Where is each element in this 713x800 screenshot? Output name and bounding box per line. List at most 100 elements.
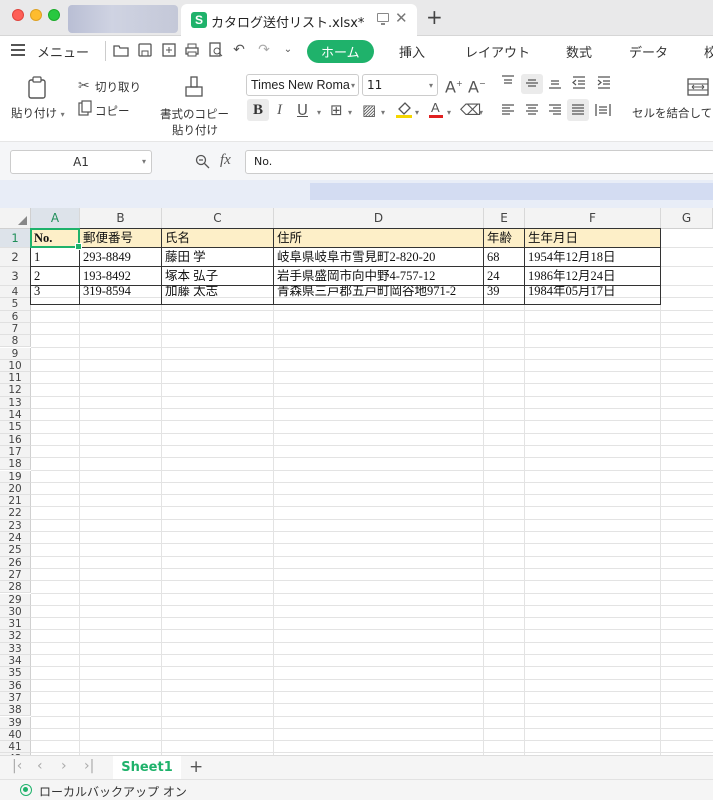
column-header-f[interactable]: F [525, 208, 661, 229]
next-sheet-icon[interactable]: › [61, 758, 67, 774]
decrease-font-icon[interactable]: A− [468, 75, 486, 96]
export-icon[interactable] [161, 42, 177, 58]
font-color-icon[interactable]: A [428, 99, 444, 123]
row-header[interactable]: 16 [0, 433, 31, 446]
add-sheet-button[interactable]: + [189, 757, 203, 777]
tab-review[interactable]: 校 [704, 42, 713, 61]
row-header[interactable]: 7 [0, 322, 31, 336]
zoom-window-button[interactable] [48, 9, 60, 21]
prev-sheet-icon[interactable]: ‹ [37, 758, 43, 774]
tab-formulas[interactable]: 数式 [566, 42, 592, 61]
table-header-cell[interactable]: 氏名 [162, 229, 273, 247]
tab-data[interactable]: データ [629, 42, 668, 61]
align-center-icon[interactable] [524, 102, 540, 122]
table-cell[interactable]: 24 [484, 267, 524, 285]
row-header[interactable]: 9 [0, 347, 31, 360]
table-cell[interactable]: 68 [484, 248, 524, 266]
menu-label[interactable]: メニュー [37, 42, 89, 61]
underline-dropdown-icon[interactable]: ▾ [317, 108, 321, 117]
table-cell[interactable]: 岐阜県岐阜市雪見町2-820-20 [274, 248, 483, 266]
borders-dropdown-icon[interactable]: ▾ [348, 108, 352, 117]
backup-status-text[interactable]: ローカルバックアップ オン [39, 783, 187, 800]
row-header[interactable]: 40 [0, 728, 31, 742]
row-header[interactable]: 34 [0, 655, 31, 668]
eraser-dropdown-icon[interactable]: ▾ [479, 108, 483, 117]
row-header[interactable]: 38 [0, 704, 31, 717]
new-tab-button[interactable]: + [426, 5, 443, 29]
table-cell[interactable]: 藤田 学 [162, 248, 273, 266]
name-box[interactable]: A1 ▾ [10, 150, 152, 174]
table-cell[interactable]: 1 [31, 248, 79, 266]
table-cell[interactable]: 1954年12月18日 [525, 248, 660, 266]
tab-insert[interactable]: 挿入 [399, 42, 425, 61]
table-cell[interactable]: 293-8849 [80, 248, 161, 266]
scissors-icon[interactable]: ✂ [78, 77, 90, 95]
table-cell[interactable]: 319-8594 [80, 286, 161, 297]
column-header-e[interactable]: E [484, 208, 525, 229]
increase-font-icon[interactable]: A+ [445, 75, 463, 96]
decrease-indent-icon[interactable] [571, 74, 587, 94]
bold-button[interactable]: B [247, 99, 269, 121]
table-cell[interactable]: 3 [31, 286, 79, 297]
column-header-g[interactable]: G [661, 208, 713, 229]
table-cell[interactable]: 1986年12月24日 [525, 267, 660, 285]
active-cell-selection[interactable] [30, 228, 82, 250]
row-header[interactable]: 31 [0, 618, 31, 631]
row-header[interactable]: 30 [0, 605, 31, 619]
open-folder-icon[interactable] [113, 42, 129, 58]
row-header[interactable]: 33 [0, 642, 31, 655]
row-header[interactable]: 32 [0, 630, 31, 643]
font-color-dropdown-icon[interactable]: ▾ [447, 108, 451, 117]
row-header[interactable]: 4 [0, 286, 31, 299]
format-painter-label-1[interactable]: 書式のコピー [160, 106, 229, 122]
undo-icon[interactable]: ↶ [231, 42, 247, 58]
row-header[interactable]: 23 [0, 519, 31, 532]
increase-indent-icon[interactable] [596, 74, 612, 94]
font-size-select[interactable]: 11 [362, 74, 438, 96]
row-header[interactable]: 14 [0, 409, 31, 422]
merge-cells-button[interactable]: セルを結合して [632, 105, 712, 121]
size-dropdown-icon[interactable]: ▾ [429, 81, 433, 90]
align-top-icon[interactable] [500, 74, 516, 94]
fill-color-icon[interactable] [395, 99, 413, 123]
cut-button[interactable]: 切り取り [95, 79, 141, 95]
document-tab[interactable]: S カタログ送付リスト.xlsx* ✕ [181, 4, 417, 36]
column-header-c[interactable]: C [162, 208, 274, 229]
distribute-icon[interactable] [595, 102, 611, 122]
align-bottom-icon[interactable] [547, 74, 563, 94]
row-header[interactable]: 8 [0, 335, 31, 348]
row-header[interactable]: 22 [0, 507, 31, 520]
row-header[interactable]: 12 [0, 384, 31, 397]
redo-icon[interactable]: ↷ [256, 42, 272, 58]
minimize-window-button[interactable] [30, 9, 42, 21]
align-right-icon[interactable] [547, 102, 563, 122]
row-header[interactable]: 10 [0, 359, 31, 373]
align-left-icon[interactable] [500, 102, 516, 122]
monitor-icon[interactable] [377, 13, 389, 25]
row-header[interactable]: 35 [0, 667, 31, 680]
first-sheet-icon[interactable]: |‹ [12, 758, 22, 774]
row-header[interactable]: 11 [0, 372, 31, 385]
spreadsheet-grid[interactable]: A B C D E F G 1 2 3 4 5 6 7 8 9 10 11 12 13 14 15 16 17 18 19 20 21… [0, 208, 713, 755]
row-header[interactable]: 5 [0, 298, 31, 311]
row-header[interactable]: 17 [0, 445, 31, 459]
column-header-b[interactable]: B [80, 208, 162, 229]
row-header[interactable]: 39 [0, 716, 31, 729]
name-box-dropdown-icon[interactable]: ▾ [142, 151, 146, 173]
cell-style-icon[interactable]: ▨ [362, 101, 376, 119]
table-header-cell[interactable]: 生年月日 [525, 229, 660, 247]
table-cell[interactable]: 39 [484, 286, 524, 297]
zoom-icon[interactable] [195, 154, 210, 173]
underline-button[interactable]: U [297, 101, 308, 119]
copy-icon[interactable] [78, 100, 92, 120]
print-icon[interactable] [184, 42, 200, 58]
justify-icon[interactable] [570, 102, 586, 122]
save-icon[interactable] [137, 42, 153, 58]
sheet-tab-sheet1[interactable]: Sheet1 [113, 756, 181, 780]
select-all-corner[interactable] [0, 208, 31, 229]
row-header[interactable]: 13 [0, 396, 31, 409]
italic-button[interactable]: I [277, 101, 282, 119]
table-cell[interactable]: 1984年05月17日 [525, 286, 660, 297]
tab-layout[interactable]: レイアウト [465, 42, 530, 61]
column-header-a[interactable]: A [31, 208, 80, 229]
